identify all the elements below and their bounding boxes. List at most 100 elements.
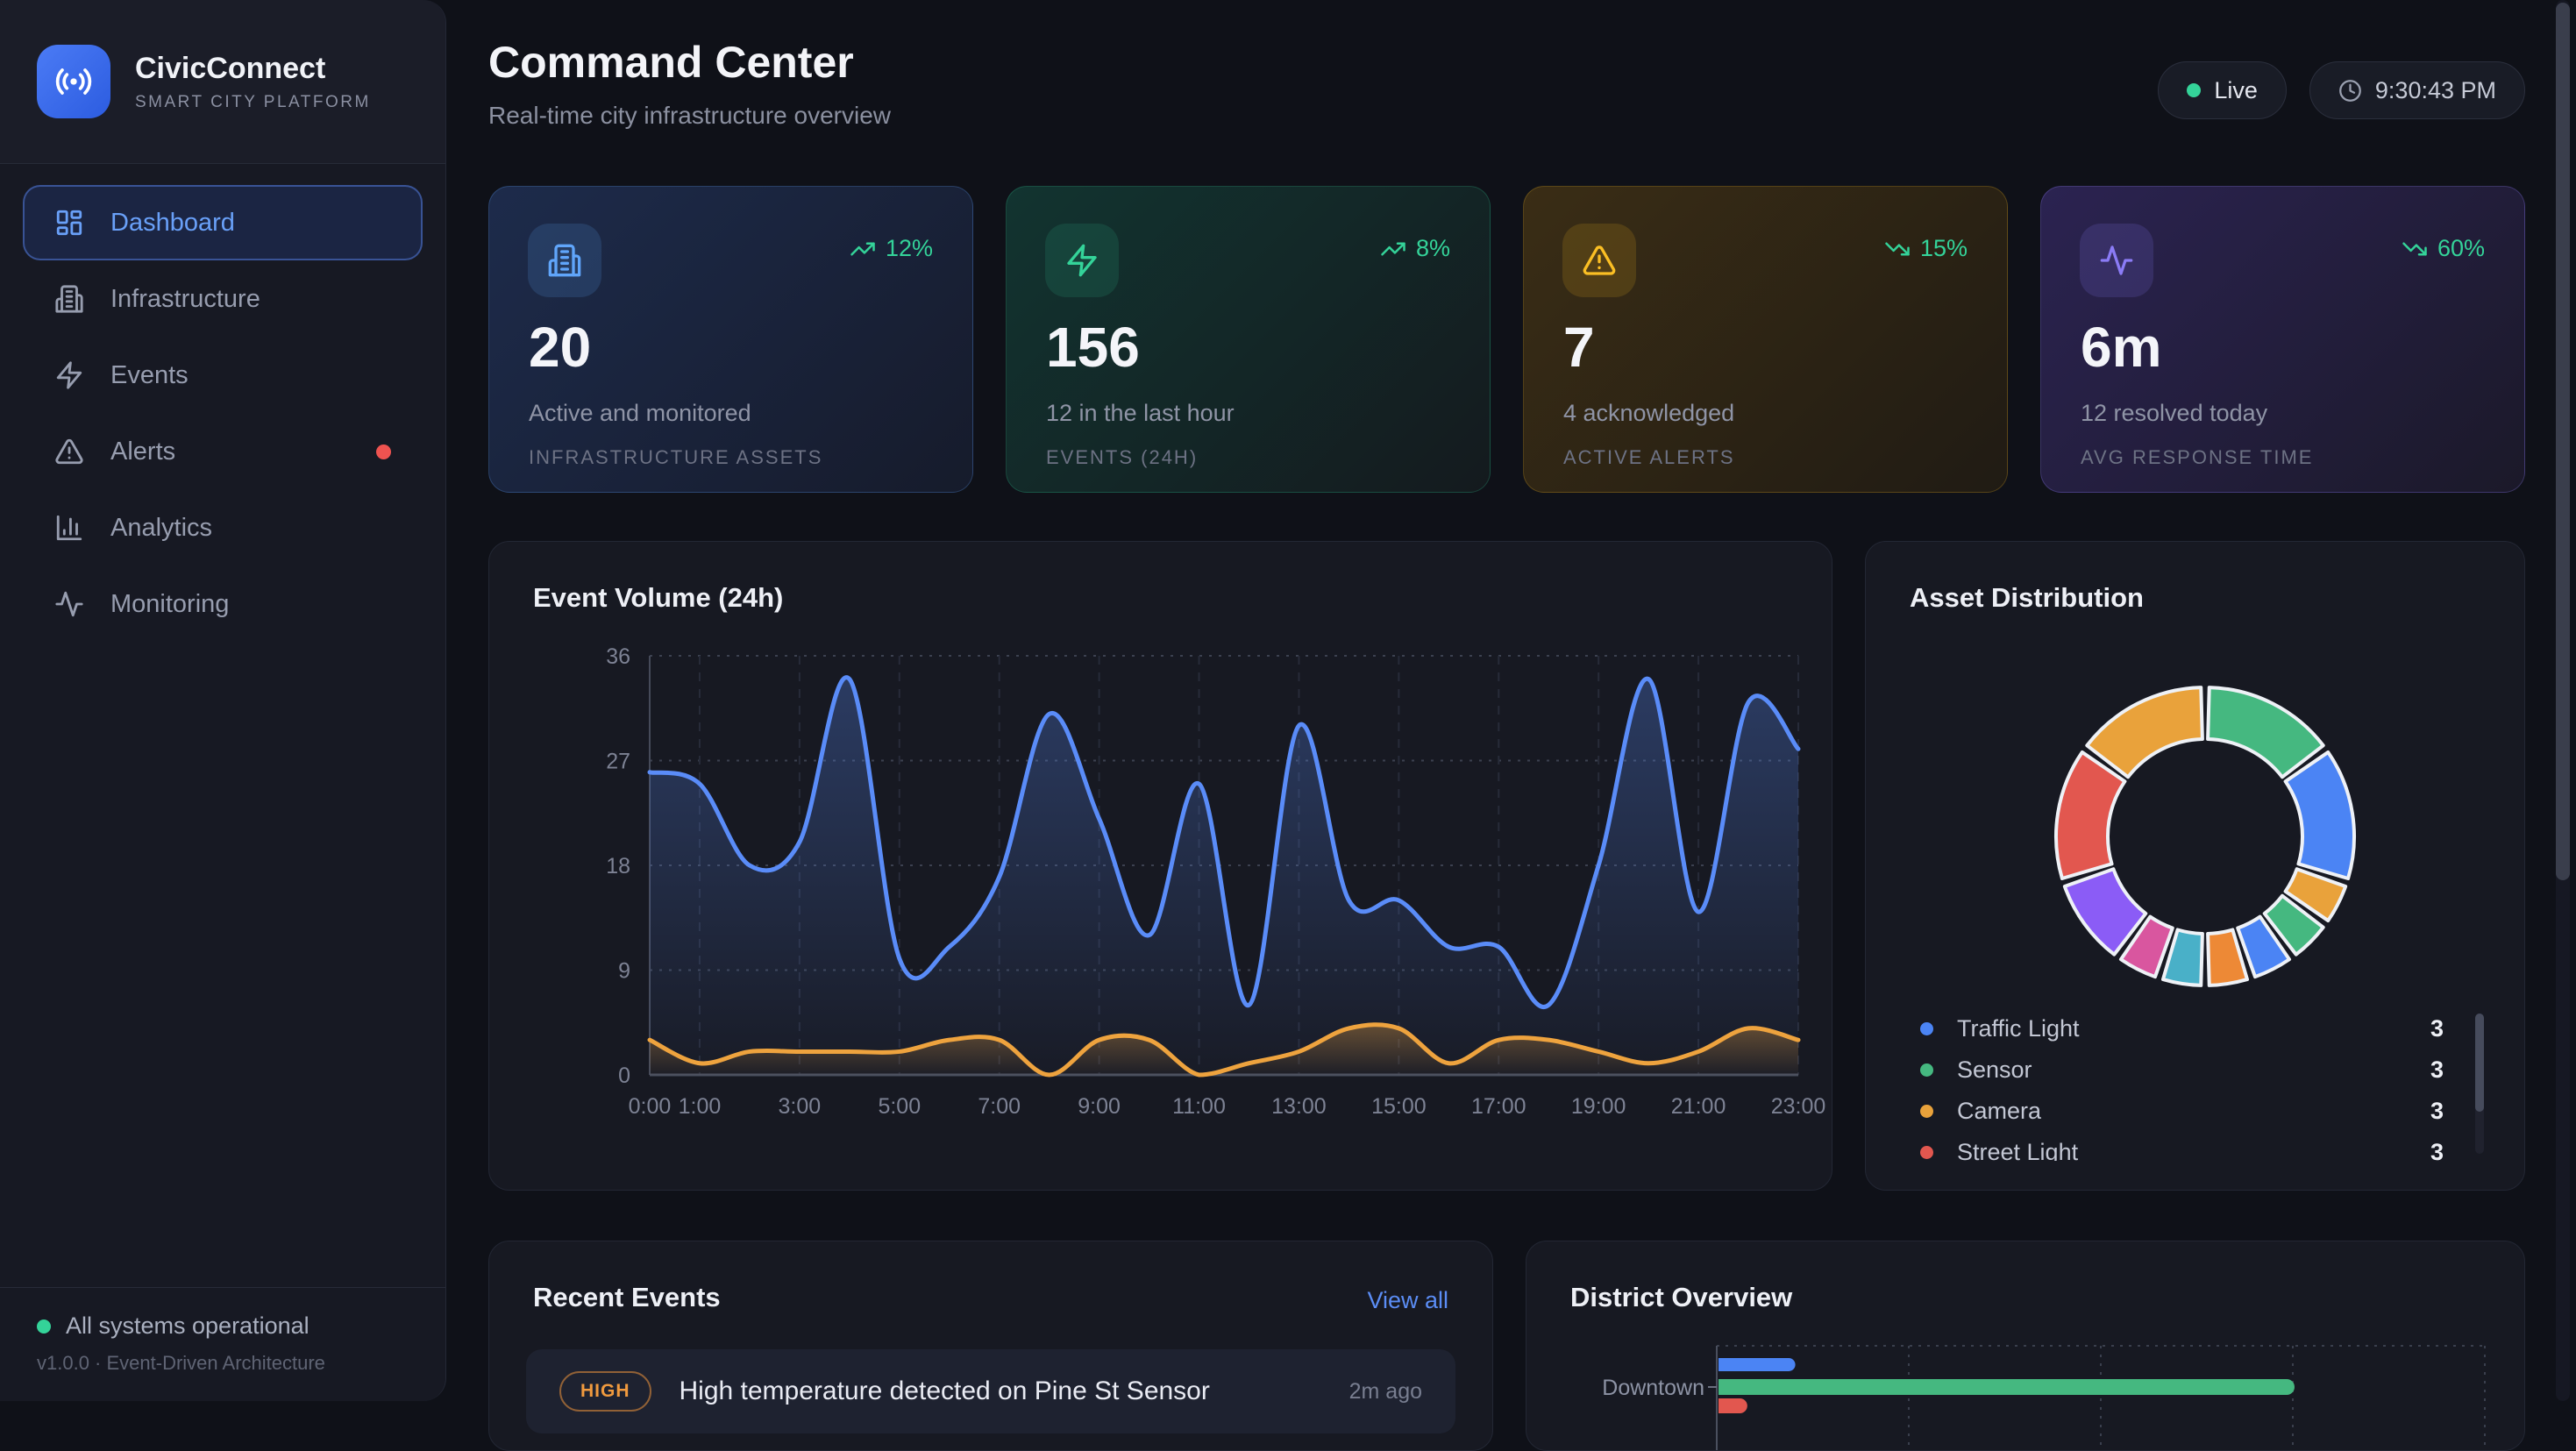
trend-value: 15% — [1920, 235, 1968, 262]
svg-text:23:00: 23:00 — [1771, 1094, 1826, 1119]
trend-value: 60% — [2437, 235, 2485, 262]
legend-count: 3 — [2430, 1139, 2444, 1161]
sidebar-item-label: Infrastructure — [110, 285, 260, 314]
legend-item-sensor: Sensor 3 — [1901, 1049, 2489, 1091]
page-header: Command Center Real-time city infrastruc… — [488, 37, 2525, 130]
event-volume-title: Event Volume (24h) — [533, 582, 783, 614]
svg-text:36: 36 — [606, 644, 630, 669]
stat-label: AVG RESPONSE TIME — [2081, 446, 2313, 469]
app-logo — [37, 45, 110, 118]
radio-broadcast-icon — [54, 62, 93, 101]
page-title: Command Center — [488, 37, 891, 88]
svg-text:0: 0 — [618, 1063, 630, 1088]
page-scrollbar-thumb[interactable] — [2556, 3, 2570, 880]
legend-label: Street Light — [1957, 1139, 2078, 1161]
stat-subtext: 12 in the last hour — [1046, 400, 1235, 427]
trend-value: 12% — [886, 235, 933, 262]
sidebar-item-label: Monitoring — [110, 590, 229, 619]
trending-up-icon — [1380, 236, 1406, 262]
sidebar-item-label: Events — [110, 361, 189, 390]
legend-dot-icon — [1920, 1105, 1933, 1118]
stat-subtext: 4 acknowledged — [1563, 400, 1734, 427]
clock-icon — [2338, 79, 2362, 103]
district-overview-title: District Overview — [1570, 1282, 1792, 1313]
event-title: High temperature detected on Pine St Sen… — [680, 1376, 1210, 1406]
header-controls: Live 9:30:43 PM — [2158, 61, 2525, 119]
stat-value: 7 — [1563, 315, 1595, 380]
event-volume-panel: Event Volume (24h) 091827360:001:003:005… — [488, 541, 1832, 1191]
sidebar-item-analytics[interactable]: Analytics — [23, 490, 423, 565]
legend-dot-icon — [1920, 1063, 1933, 1077]
legend-scrollbar-thumb[interactable] — [2475, 1014, 2484, 1112]
svg-text:11:00: 11:00 — [1172, 1094, 1226, 1119]
svg-text:9:00: 9:00 — [1078, 1094, 1121, 1119]
svg-text:3:00: 3:00 — [779, 1094, 822, 1119]
alert-triangle-icon — [1582, 243, 1617, 278]
sidebar-item-infrastructure[interactable]: Infrastructure — [23, 261, 423, 337]
event-list-item[interactable]: HIGH High temperature detected on Pine S… — [526, 1349, 1455, 1433]
severity-badge: HIGH — [559, 1371, 651, 1412]
trend-badge: 8% — [1380, 235, 1450, 262]
zap-icon — [54, 360, 84, 390]
layout-dashboard-icon — [54, 208, 84, 238]
legend-item-street-light: Street Light 3 — [1901, 1132, 2489, 1161]
trend-badge: 12% — [850, 235, 933, 262]
sidebar-item-label: Alerts — [110, 437, 175, 466]
legend-scrollbar — [2475, 1014, 2484, 1154]
app-title-block: CivicConnect SMART CITY PLATFORM — [135, 52, 371, 112]
clock-time: 9:30:43 PM — [2375, 77, 2496, 104]
legend-dot-icon — [1920, 1022, 1933, 1035]
trending-up-icon — [850, 236, 876, 262]
trend-badge: 15% — [1884, 235, 1968, 262]
stat-card-events-24h: 8% 156 12 in the last hour EVENTS (24H) — [1006, 186, 1491, 493]
svg-text:7:00: 7:00 — [978, 1094, 1021, 1119]
svg-text:27: 27 — [606, 750, 630, 774]
view-all-link[interactable]: View all — [1367, 1287, 1448, 1314]
sidebar-item-dashboard[interactable]: Dashboard — [23, 185, 423, 260]
sidebar-footer: All systems operational v1.0.0 · Event-D… — [0, 1287, 445, 1401]
legend-dot-icon — [1920, 1146, 1933, 1159]
stat-subtext: Active and monitored — [529, 400, 751, 427]
legend-count: 3 — [2430, 1098, 2444, 1125]
trend-badge: 60% — [2402, 235, 2485, 262]
trending-down-icon — [1884, 236, 1911, 262]
stat-label: ACTIVE ALERTS — [1563, 446, 1735, 469]
asset-distribution-panel: Asset Distribution Traffic Light 3 Senso… — [1865, 541, 2525, 1191]
stat-card-infrastructure-assets: 12% 20 Active and monitored INFRASTRUCTU… — [488, 186, 973, 493]
zap-icon — [1064, 243, 1099, 278]
svg-text:9: 9 — [618, 959, 630, 984]
stat-value: 6m — [2081, 315, 2162, 380]
live-label: Live — [2214, 77, 2258, 104]
page-title-block: Command Center Real-time city infrastruc… — [488, 37, 891, 130]
alert-triangle-icon — [54, 437, 84, 466]
svg-text:15:00: 15:00 — [1371, 1094, 1427, 1119]
svg-text:1:00: 1:00 — [679, 1094, 722, 1119]
trending-down-icon — [2402, 236, 2428, 262]
event-time: 2m ago — [1349, 1379, 1422, 1405]
sidebar-item-alerts[interactable]: Alerts — [23, 414, 423, 489]
svg-text:0:00: 0:00 — [629, 1094, 672, 1119]
app-tagline: SMART CITY PLATFORM — [135, 93, 371, 112]
alerts-notification-dot — [376, 445, 391, 459]
stat-value: 156 — [1046, 315, 1140, 380]
asset-distribution-title: Asset Distribution — [1910, 582, 2144, 614]
page-scrollbar — [2556, 0, 2570, 1401]
recent-events-panel: Recent Events View all HIGH High tempera… — [488, 1241, 1493, 1451]
sidebar: CivicConnect SMART CITY PLATFORM Dashboa… — [0, 0, 446, 1401]
svg-text:13:00: 13:00 — [1271, 1094, 1327, 1119]
stat-card-avg-response-time: 60% 6m 12 resolved today AVG RESPONSE TI… — [2040, 186, 2525, 493]
activity-icon — [2099, 243, 2134, 278]
legend-count: 3 — [2430, 1056, 2444, 1084]
sidebar-item-events[interactable]: Events — [23, 338, 423, 413]
district-overview-bar-chart: Downtown — [1526, 1241, 2525, 1451]
status-dot-icon — [37, 1319, 51, 1334]
stat-subtext: 12 resolved today — [2081, 400, 2267, 427]
legend-label: Traffic Light — [1957, 1015, 2080, 1042]
system-status: All systems operational — [37, 1312, 409, 1340]
legend-label: Sensor — [1957, 1056, 2032, 1084]
svg-text:17:00: 17:00 — [1471, 1094, 1526, 1119]
stat-card-active-alerts: 15% 7 4 acknowledged ACTIVE ALERTS — [1523, 186, 2008, 493]
live-dot-icon — [2187, 83, 2201, 97]
sidebar-item-monitoring[interactable]: Monitoring — [23, 566, 423, 642]
svg-text:19:00: 19:00 — [1571, 1094, 1626, 1119]
